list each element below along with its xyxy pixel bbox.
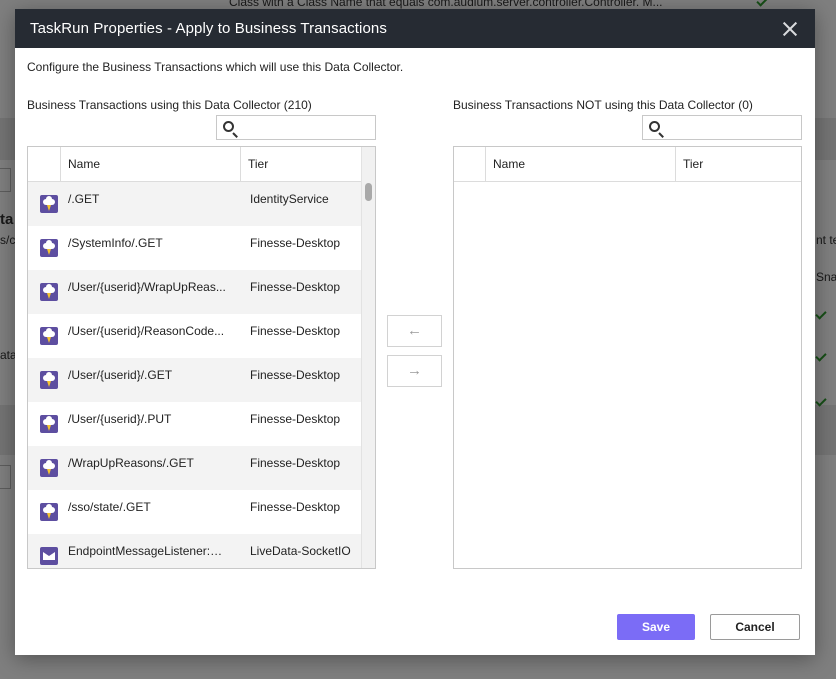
table-row[interactable]: EndpointMessageListener:C... LiveData-Soc…: [28, 534, 361, 568]
column-header-name[interactable]: Name: [60, 147, 100, 182]
transaction-tier: Finesse-Desktop: [250, 324, 341, 338]
transaction-tier: LiveData-SocketIO: [250, 544, 351, 558]
cloud-bolt-icon: [40, 239, 58, 257]
column-header-tier[interactable]: Tier: [675, 147, 703, 182]
transaction-name: /User/{userid}/WrapUpReas...: [68, 280, 226, 294]
save-button[interactable]: Save: [617, 614, 695, 640]
cloud-bolt-icon: [40, 283, 58, 301]
transaction-tier: Finesse-Desktop: [250, 236, 341, 250]
transaction-tier: IdentityService: [250, 192, 329, 206]
envelope-icon: [40, 547, 58, 565]
search-icon: [223, 121, 234, 132]
cancel-button[interactable]: Cancel: [710, 614, 800, 640]
transaction-tier: Finesse-Desktop: [250, 280, 341, 294]
left-grid-scrollbar[interactable]: [361, 147, 375, 568]
cloud-bolt-icon: [40, 503, 58, 521]
table-row[interactable]: /WrapUpReasons/.GET Finesse-Desktop: [28, 446, 361, 490]
transaction-tier: Finesse-Desktop: [250, 412, 341, 426]
dialog-header: TaskRun Properties - Apply to Business T…: [15, 9, 815, 48]
transaction-tier: Finesse-Desktop: [250, 456, 341, 470]
left-search-input[interactable]: [241, 118, 371, 137]
transaction-name: /SystemInfo/.GET: [68, 236, 163, 250]
transaction-tier: Finesse-Desktop: [250, 368, 341, 382]
table-row[interactable]: /User/{userid}/WrapUpReas... Finesse-Desk…: [28, 270, 361, 314]
move-right-button[interactable]: →: [387, 355, 442, 387]
scrollbar-thumb[interactable]: [365, 183, 372, 201]
cloud-bolt-icon: [40, 459, 58, 477]
transaction-name: /sso/state/.GET: [68, 500, 151, 514]
right-grid-header: Name Tier: [454, 147, 801, 182]
transaction-tier: Finesse-Desktop: [250, 500, 341, 514]
properties-dialog: TaskRun Properties - Apply to Business T…: [15, 9, 815, 655]
table-row[interactable]: /SystemInfo/.GET Finesse-Desktop: [28, 226, 361, 270]
column-header-tier[interactable]: Tier: [240, 147, 268, 182]
right-search-input[interactable]: [667, 118, 797, 137]
close-icon[interactable]: [780, 19, 800, 39]
transaction-name: /.GET: [68, 192, 100, 206]
table-row[interactable]: /User/{userid}/.PUT Finesse-Desktop: [28, 402, 361, 446]
left-grid-rows: /.GET IdentityService/SystemInfo/.GET Fine…: [28, 182, 361, 568]
move-left-button[interactable]: ←: [387, 315, 442, 347]
left-search-field[interactable]: [216, 115, 376, 140]
table-row[interactable]: /.GET IdentityService: [28, 182, 361, 226]
cloud-bolt-icon: [40, 415, 58, 433]
right-transactions-grid: Name Tier: [453, 146, 802, 569]
dialog-title: TaskRun Properties - Apply to Business T…: [30, 20, 387, 37]
dialog-description: Configure the Business Transactions whic…: [27, 60, 404, 74]
left-grid-header: Name Tier: [28, 147, 375, 182]
left-transactions-grid: Name Tier /.GET IdentityService/SystemInf…: [27, 146, 376, 569]
right-panel-title: Business Transactions NOT using this Dat…: [453, 98, 753, 112]
table-row[interactable]: /User/{userid}/ReasonCode... Finesse-Desk…: [28, 314, 361, 358]
table-row[interactable]: /User/{userid}/.GET Finesse-Desktop: [28, 358, 361, 402]
cloud-bolt-icon: [40, 327, 58, 345]
transaction-name: /User/{userid}/.GET: [68, 368, 173, 382]
table-row[interactable]: /sso/state/.GET Finesse-Desktop: [28, 490, 361, 534]
transaction-name: EndpointMessageListener:C...: [68, 544, 228, 558]
transaction-name: /WrapUpReasons/.GET: [68, 456, 194, 470]
search-icon: [649, 121, 660, 132]
cloud-bolt-icon: [40, 371, 58, 389]
transaction-name: /User/{userid}/ReasonCode...: [68, 324, 225, 338]
transaction-name: /User/{userid}/.PUT: [68, 412, 172, 426]
cloud-bolt-icon: [40, 195, 58, 213]
left-panel-title: Business Transactions using this Data Co…: [27, 98, 312, 112]
column-header-name[interactable]: Name: [485, 147, 525, 182]
right-search-field[interactable]: [642, 115, 802, 140]
